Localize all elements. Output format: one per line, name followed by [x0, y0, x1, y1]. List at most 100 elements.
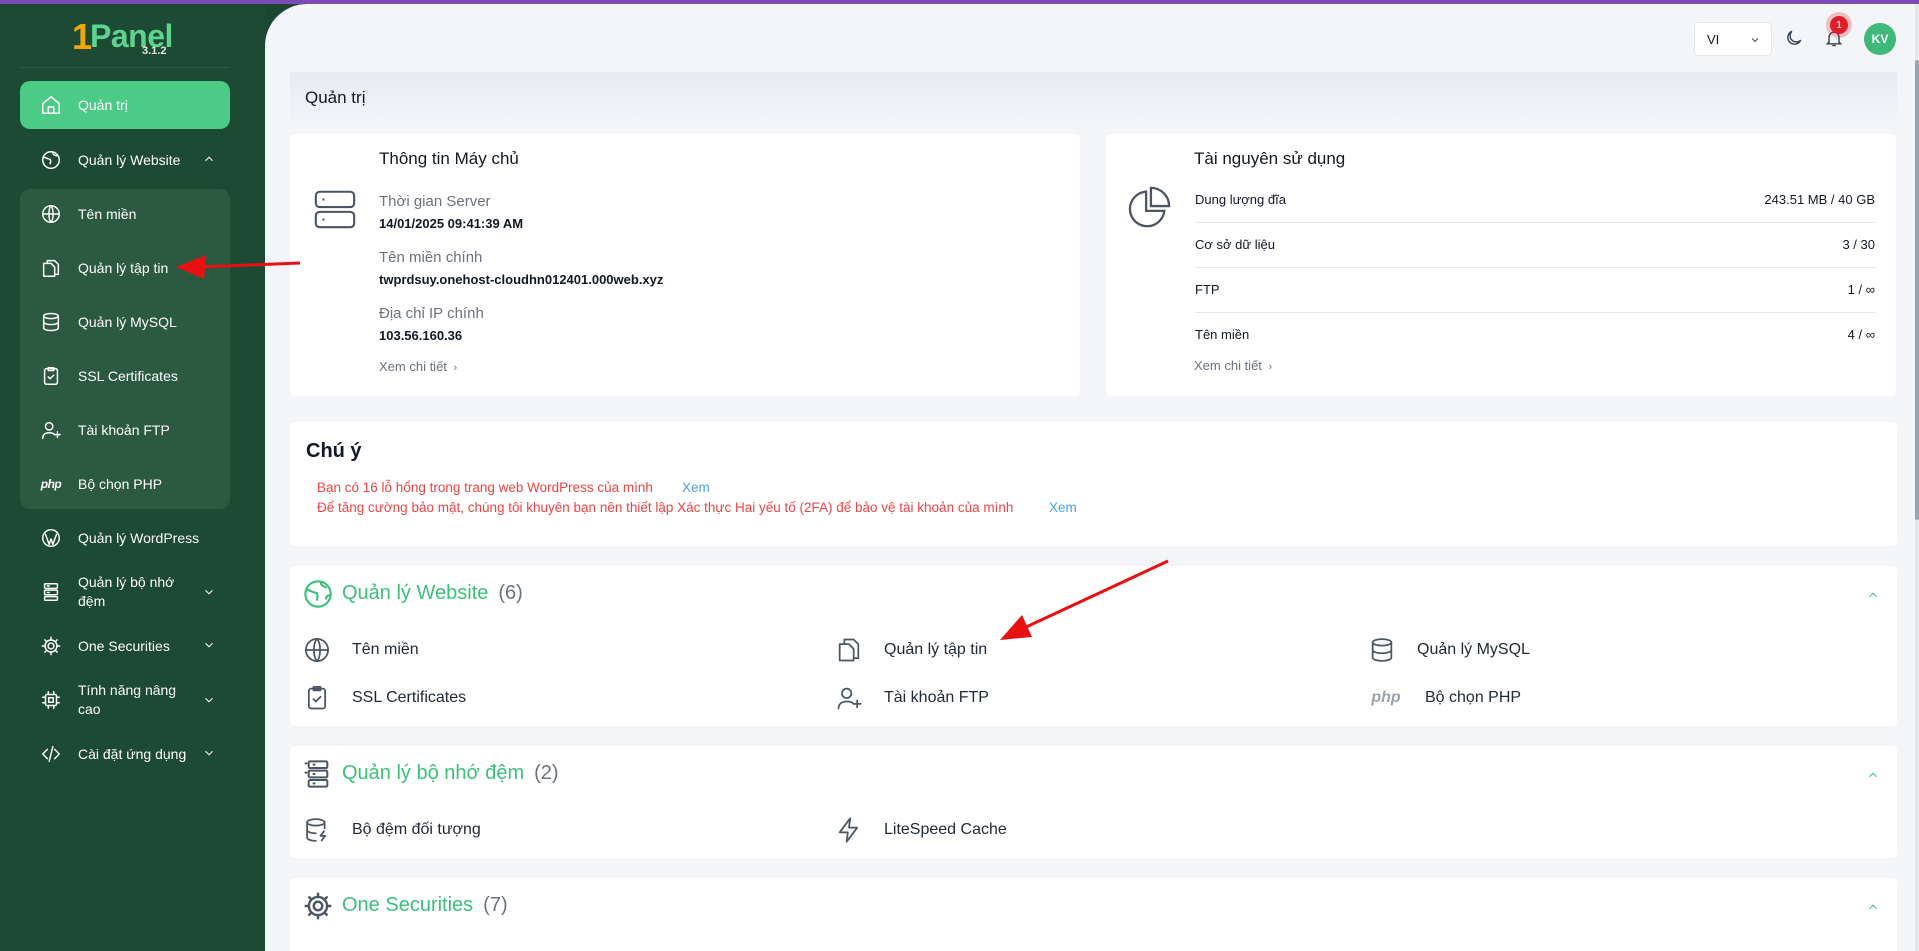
resource-label: Tên miền [1195, 327, 1250, 342]
main-ip-value: 103.56.160.36 [379, 328, 463, 343]
files-icon [834, 635, 864, 665]
main-domain-value: twprdsuy.onehost-cloudhn012401.000web.xy… [379, 272, 664, 287]
resource-label: Cơ sở dữ liệu [1195, 237, 1275, 252]
scrollbar-thumb[interactable] [1915, 60, 1919, 520]
resource-row: Tên miền 4 / ∞ [1195, 313, 1875, 358]
pie-chart-icon [1126, 185, 1172, 236]
sidebar-item-website-mgmt[interactable]: Quản lý Website [20, 136, 230, 184]
sidebar-item-php[interactable]: php Bộ chọn PHP [20, 460, 230, 508]
tile-file-manager[interactable]: Quản lý tập tin [834, 632, 987, 668]
tile-label: Bộ chọn PHP [1425, 689, 1522, 706]
language-value: VI [1707, 31, 1720, 47]
tile-ssl[interactable]: SSL Certificates [302, 680, 466, 716]
sidebar-item-mysql[interactable]: Quản lý MySQL [20, 298, 230, 346]
tile-label: LiteSpeed Cache [884, 821, 1007, 838]
server-info-title: Thông tin Máy chủ [379, 149, 519, 168]
chevron-down-icon [202, 585, 216, 599]
section-count: (6) [498, 582, 523, 604]
user-plus-icon [834, 683, 864, 713]
wordpress-icon [40, 527, 62, 549]
globe-icon [302, 635, 332, 665]
notice-view-link[interactable]: Xem [1049, 500, 1077, 515]
tile-label: Quản lý MySQL [1417, 641, 1530, 658]
sidebar-item-label: Quản trị [78, 97, 128, 113]
chevron-up-icon[interactable] [1866, 900, 1880, 914]
main-ip-label: Địa chỉ IP chính [379, 305, 484, 322]
notice-view-link[interactable]: Xem [682, 480, 710, 495]
resource-row: Dung lượng đĩa 243.51 MB / 40 GB [1195, 178, 1875, 223]
sidebar-item-domains[interactable]: Tên miền [20, 190, 230, 238]
tile-mysql[interactable]: Quản lý MySQL [1367, 632, 1530, 668]
sidebar-item-label: Bộ chọn PHP [78, 476, 163, 492]
clipboard-check-icon [40, 365, 62, 387]
php-icon: php [1371, 689, 1401, 706]
sidebar-item-label: Quản lý Website [78, 152, 181, 168]
moon-icon[interactable] [1784, 28, 1804, 48]
chevron-right-icon: › [1268, 361, 1273, 373]
resource-value: 4 / ∞ [1847, 327, 1875, 342]
sidebar-item-label: Quản lý WordPress [78, 530, 200, 546]
chevron-up-icon[interactable] [1866, 588, 1880, 602]
more-link-label: Xem chi tiết [1194, 358, 1262, 373]
tile-php[interactable]: php Bộ chọn PHP [1367, 680, 1521, 716]
resource-label: FTP [1195, 282, 1220, 297]
sidebar-item-securities[interactable]: One Securities [20, 622, 230, 670]
server-info-more-link[interactable]: Xem chi tiết › [379, 359, 457, 374]
chevron-up-icon[interactable] [1866, 768, 1880, 782]
chevron-down-icon [1749, 34, 1761, 46]
resource-value: 243.51 MB / 40 GB [1764, 192, 1875, 207]
chevron-down-icon [202, 693, 216, 707]
sidebar-item-file-manager[interactable]: Quản lý tập tin [20, 244, 230, 292]
tile-litespeed-cache[interactable]: LiteSpeed Cache [834, 812, 1007, 848]
php-icon: php [40, 477, 62, 491]
tile-domains[interactable]: Tên miền [302, 632, 419, 668]
section-title-text: Quản lý Website [342, 582, 489, 604]
resource-label: Dung lượng đĩa [1195, 192, 1286, 207]
database-icon [40, 311, 62, 333]
resources-more-link[interactable]: Xem chi tiết › [1194, 358, 1272, 373]
notice-vulnerabilities: Bạn có 16 lỗ hổng trong trang web WordPr… [317, 480, 653, 495]
sidebar-item-advanced[interactable]: Tính năng nâng cao [20, 672, 230, 728]
sidebar-item-label: Quản lý MySQL [78, 314, 177, 330]
section-title-text: Quản lý bộ nhớ đệm [342, 762, 525, 784]
cache-section-title: Quản lý bộ nhớ đệm (2) [342, 762, 559, 785]
sidebar-item-ftp[interactable]: Tài khoản FTP [20, 406, 230, 454]
language-select[interactable]: VI [1694, 22, 1772, 56]
sidebar-item-dashboard[interactable]: Quản trị [20, 81, 230, 129]
chevron-up-icon [202, 152, 216, 166]
sidebar-item-wordpress[interactable]: Quản lý WordPress [20, 514, 230, 562]
avatar[interactable]: KV [1864, 23, 1896, 55]
more-link-label: Xem chi tiết [379, 359, 447, 374]
resource-row: FTP 1 / ∞ [1195, 268, 1875, 313]
sidebar: 1 Panel 3.1.2 Quản trị Quản lý Website T… [0, 0, 265, 951]
sidebar-item-label: One Securities [78, 638, 170, 654]
gear-icon [40, 635, 62, 657]
securities-section-title: One Securities (7) [342, 894, 508, 917]
home-icon [40, 94, 62, 116]
server-icon [312, 186, 358, 237]
sidebar-item-ssl[interactable]: SSL Certificates [20, 352, 230, 400]
sidebar-item-apps[interactable]: Cài đặt ứng dụng [20, 730, 230, 778]
chevron-right-icon: › [453, 362, 458, 374]
app-logo[interactable]: 1 Panel 3.1.2 [72, 16, 182, 60]
section-count: (2) [534, 762, 559, 784]
server-time-value: 14/01/2025 09:41:39 AM [379, 216, 524, 231]
page-title: Quản trị [290, 72, 1897, 128]
database-icon [1367, 635, 1397, 665]
sidebar-item-cache[interactable]: Quản lý bộ nhớ đệm [20, 564, 230, 620]
server-time-label: Thời gian Server [379, 193, 491, 210]
tile-label: Bộ đệm đối tượng [352, 821, 481, 838]
tile-object-cache[interactable]: Bộ đệm đối tượng [302, 812, 481, 848]
tile-ftp[interactable]: Tài khoản FTP [834, 680, 989, 716]
securities-section-card [290, 878, 1897, 951]
tile-label: SSL Certificates [352, 689, 467, 706]
sidebar-item-label: SSL Certificates [78, 368, 178, 384]
tile-label: Quản lý tập tin [884, 641, 988, 658]
resource-value: 3 / 30 [1842, 237, 1875, 252]
top-accent-bar [0, 0, 1919, 4]
sidebar-item-label: Tên miền [78, 206, 137, 222]
website-section-card [290, 566, 1897, 726]
sidebar-item-label: Tài khoản FTP [78, 422, 170, 438]
clipboard-check-icon [302, 683, 332, 713]
chevron-down-icon [202, 746, 216, 760]
